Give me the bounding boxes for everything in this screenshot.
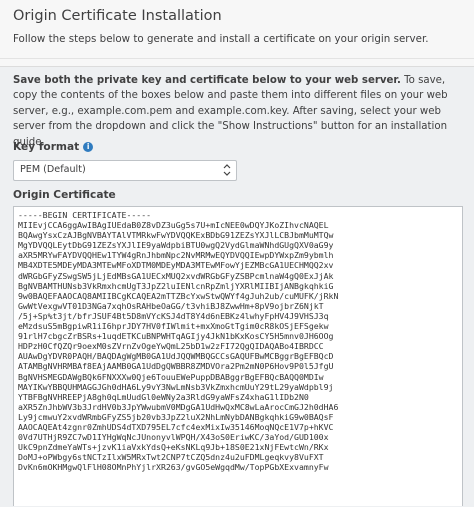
certificate-line: HDPzH0CfQZQr9oexM0sZVrnZvOgeYwQmL25bD1w2… [18,341,324,352]
page-title: Origin Certificate Installation [13,8,222,24]
instructions-emphasis: Save both the private key and certificat… [13,75,401,86]
certificate-line: ATAMBgNVHRMBAf8EAjAAMB0GA1UdDgQWBBR8ZMDV… [18,361,334,372]
key-format-selected-value: PEM (Default) [20,164,86,175]
save-instructions: Save both the private key and certificat… [13,73,465,150]
certificate-line: MB4XDTE5MDEyMDA3MTEwMFoXDTM0MDEyMDA3MTEw… [18,260,334,271]
info-icon[interactable]: i [83,142,94,152]
certificate-line: dWRGbGFyZSwgSW5jLjEdMBsGA1UECxMUQ2xvdWRG… [18,270,334,281]
origin-certificate-textarea[interactable]: -----BEGIN CERTIFICATE----- MIIEvjCCA6ggA… [13,206,463,506]
certificate-line: MgYDVQQLEytDbG91ZEZsYXJlIE9yaWdpbiBTU0wg… [18,240,334,251]
certificate-line: Ly9jcmwuY2xvdWRmbGFyZS5jb20vb3JpZ2luX2Nh… [18,411,334,422]
certificate-line: BQAwgYsxCzAJBgNVBAYTAlVTMRkwFwYDVQQKExBD… [18,230,334,241]
certificate-line: aXR5ZnJhbWV3b3JrdHV0b3JpYWwubmV0MDgGA1Ud… [18,401,339,412]
certificate-line: eMzdsuS5mBgpiwR1iI6hprJDY7HV0fIWlmit+mxX… [18,321,329,332]
certificate-line: YTBFBgNVHREEPjA8gh0qLmUudGl0eWNy2a3RldG9… [18,391,309,402]
certificate-line: BgNVHSMEGDAWgBQk6FNXXXw0Qje6TouuEWePuppD… [18,371,324,382]
certificate-line: 9w0BAQEFAAOCAQ8AMIIBCgKCAQEA2mTTZBcYxwSt… [18,290,339,301]
page-subtitle: Follow the steps below to generate and i… [13,33,429,45]
certificate-line: 0Vd7UTHjR9ZC7wD1IYHgWqNcJUnonyvlWPQH/X43… [18,432,329,443]
certificate-line: BgNVBAMTHUNsb3VkRmxhcmUgT3JpZ2luIENlcnRp… [18,280,334,291]
certificate-line: UkC9pnZdmeYaWTs+jzvK1iaVxkYdsQ+eKsNKLq9J… [18,442,329,453]
key-format-label-text: Key format [13,141,80,153]
page-header: Origin Certificate Installation Follow t… [0,0,474,59]
select-arrows-icon [223,164,231,176]
certificate-line: MAYIKwYBBQUHMAGGJGh0dHA6Ly9vY3NwLmNsb3Vk… [18,381,334,392]
key-format-label: Key format i [13,141,94,153]
certificate-line: AUAwDgYDVR0PAQH/BAQDAgWgMB0GA1UdJQQWMBQG… [18,351,334,362]
certificate-line: aXR5MRYwFAYDVQQHEw1TYW4gRnJhbmNpc2NvMRMw… [18,250,334,261]
certificate-line: AAOCAQEAt4zgnr0ZmhUDS4dTXD795EL7cfc4exMi… [18,421,334,432]
origin-certificate-label-text: Origin Certificate [13,189,116,201]
certificate-content: -----BEGIN CERTIFICATE----- MIIEvjCCA6ggA… [18,210,338,472]
key-format-select[interactable]: PEM (Default) [13,160,237,181]
certificate-line: 91rlH7cbgcZrBSRs+1uqdETKCuBNPWHTqAGIjy4J… [18,331,334,342]
certificate-line: MIIEvjCCA6ggAwIBAgIUEdaB0Z8vDZ3uGg5s7U+m… [18,220,329,231]
certificate-line: DoMJ+oPWbgy6stNCTzIlxW5MRxTwt2CNP7tCZQ5d… [18,452,324,463]
certificate-line: GwWtVexgwVT01D3NGa7xqhOsRAHbeOaGG/t3vhiB… [18,300,324,311]
origin-certificate-label: Origin Certificate [13,189,116,201]
certificate-line: -----BEGIN CERTIFICATE----- [18,210,152,220]
certificate-line: DvKn6mOKHMgwQlFlH08OMnPhYjlrXR263/gvGO5e… [18,462,329,473]
certificate-line: /5j+Sp%t3jt/bfrJSUF4Bt5D8mVYcKSJ4dT8Y4d6… [18,310,329,321]
